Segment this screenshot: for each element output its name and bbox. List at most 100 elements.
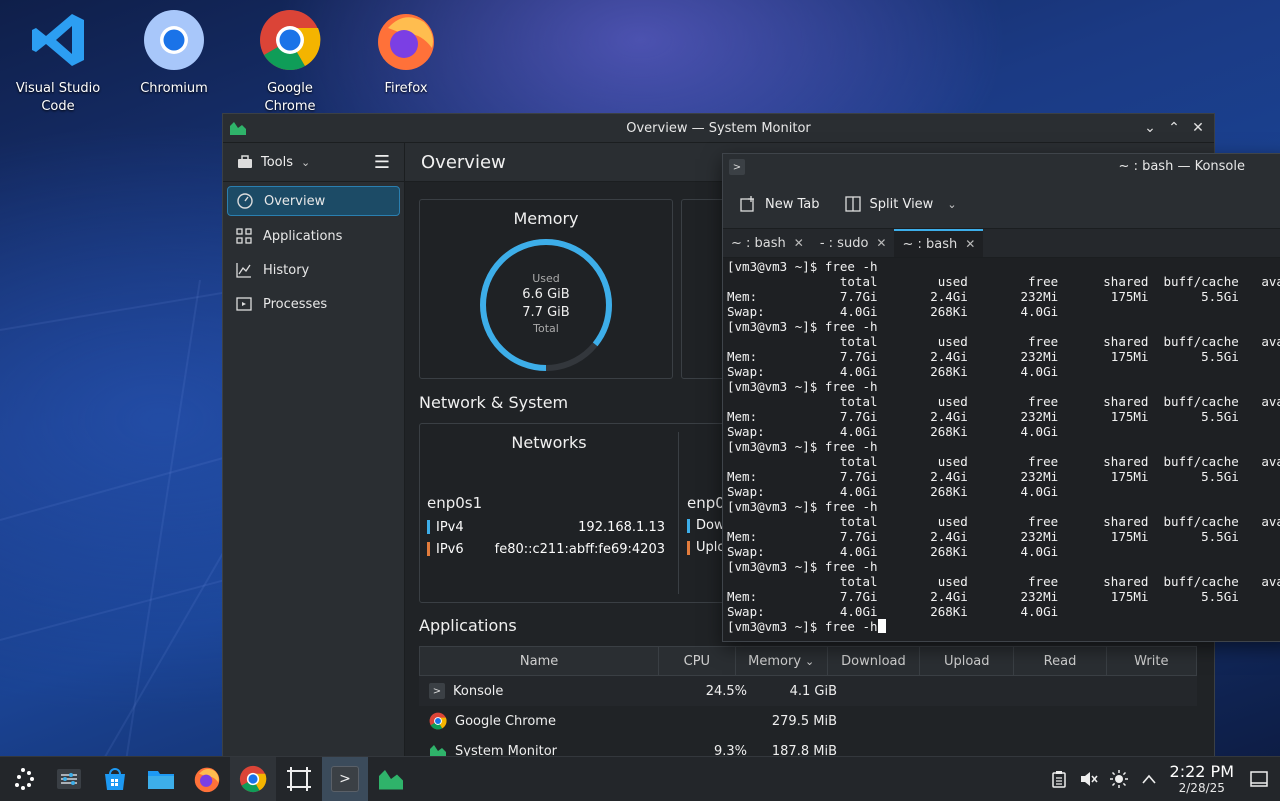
nav-item-applications[interactable]: Applications	[227, 222, 400, 250]
close-tab-icon[interactable]: ✕	[876, 236, 886, 250]
system-tray: 2:22 PM 2/28/25	[1044, 757, 1280, 801]
grid-icon	[236, 228, 252, 244]
network-section-title: Network & System	[419, 393, 569, 412]
taskbar-system-monitor[interactable]	[368, 757, 414, 801]
window-titlebar[interactable]: Overview — System Monitor ⌄ ⌃ ✕	[223, 114, 1214, 143]
chromium-icon	[144, 10, 204, 70]
upload-label: Uplo	[696, 540, 726, 555]
close-tab-icon[interactable]: ✕	[794, 236, 804, 250]
show-desktop-icon[interactable]	[1244, 771, 1274, 787]
firefox-icon	[194, 767, 220, 793]
split-view-label: Split View	[869, 196, 934, 212]
column-header-name[interactable]: Name	[420, 647, 660, 675]
desktop-icon-vscode[interactable]: Visual Studio Code	[8, 8, 108, 116]
tools-menu-button[interactable]: Tools ⌄	[237, 155, 310, 170]
desktop-icon-label: Chromium	[140, 81, 208, 96]
nav-item-history[interactable]: History	[227, 256, 400, 284]
table-row[interactable]: Google Chrome 279.5 MiB	[419, 706, 1197, 736]
app-cpu: 24.5%	[705, 683, 747, 699]
tab-bash-1[interactable]: ~ : bash ✕	[723, 229, 812, 257]
terminal-output[interactable]: [vm3@vm3 ~]$ free -h total used free sha…	[727, 259, 1280, 634]
vscode-icon	[32, 14, 84, 66]
column-header-read[interactable]: Read	[1014, 647, 1107, 675]
discover-store-icon	[105, 768, 125, 790]
close-tab-icon[interactable]: ✕	[965, 237, 975, 251]
ipv4-color-swatch	[427, 520, 430, 534]
desktop-icon-label: Firefox	[384, 81, 428, 96]
taskbar-app-launcher[interactable]	[0, 757, 46, 801]
konsole-tab-bar: ~ : bash ✕ - : sudo ✕ ~ : bash ✕	[723, 228, 1280, 258]
maximize-button[interactable]: ⌃	[1164, 118, 1184, 138]
nav-label: History	[263, 262, 310, 278]
minimize-button[interactable]: ⌄	[1140, 118, 1160, 138]
networks-title: Networks	[511, 433, 587, 452]
upload-row: Uplo	[687, 540, 725, 555]
chevron-up-icon[interactable]	[1134, 773, 1164, 785]
desktop-icon-firefox[interactable]: Firefox	[356, 8, 456, 98]
ipv6-label: IPv6	[436, 541, 464, 557]
nav-item-overview[interactable]: Overview	[227, 186, 400, 216]
table-row[interactable]: > Konsole 24.5% 4.1 GiB	[419, 676, 1197, 706]
window-titlebar[interactable]: > ~ : bash — Konsole	[723, 154, 1280, 180]
taskbar-file-manager[interactable]	[138, 757, 184, 801]
desktop-icon-chromium[interactable]: Chromium	[124, 8, 224, 98]
memory-total-value: 7.7 GiB	[522, 305, 570, 320]
memory-total-label: Total	[533, 322, 559, 335]
app-memory: 279.5 MiB	[771, 713, 837, 729]
interface-name: enp0s1	[427, 494, 483, 512]
split-view-icon	[844, 196, 861, 212]
system-monitor-icon	[379, 770, 403, 790]
clipboard-icon[interactable]	[1044, 770, 1074, 788]
ipv4-value: 192.168.1.13	[578, 519, 665, 535]
close-button[interactable]: ✕	[1188, 118, 1208, 138]
volume-muted-icon[interactable]	[1074, 770, 1104, 788]
desktop-icon-google-chrome[interactable]: Google Chrome	[240, 8, 340, 116]
table-header: Name CPU Memory ⌄ Download Upload Read Wr…	[419, 646, 1197, 676]
ipv6-value: fe80::c211:abff:fe69:4203	[494, 541, 665, 557]
column-header-download[interactable]: Download	[828, 647, 921, 675]
split-view-button[interactable]: Split View ⌄	[844, 195, 957, 213]
second-interface-name: enp0	[687, 494, 725, 512]
taskbar-firefox[interactable]	[184, 757, 230, 801]
taskbar-spectacle[interactable]	[276, 757, 322, 801]
terminal-cursor	[877, 619, 886, 633]
chevron-down-icon: ⌄	[301, 155, 311, 169]
taskbar: > 2:22 PM 2/28/25	[0, 756, 1280, 801]
column-header-memory[interactable]: Memory ⌄	[736, 647, 828, 675]
hamburger-menu-icon[interactable]: ☰	[374, 152, 390, 173]
file-manager-icon	[148, 771, 174, 789]
taskbar-system-settings[interactable]	[46, 757, 92, 801]
nav-label: Processes	[263, 296, 328, 312]
column-header-upload[interactable]: Upload	[920, 647, 1015, 675]
column-header-cpu[interactable]: CPU	[659, 647, 736, 675]
brightness-icon[interactable]	[1104, 770, 1134, 788]
new-tab-label: New Tab	[765, 196, 820, 212]
app-launcher-icon	[15, 768, 34, 790]
app-memory: 4.1 GiB	[789, 683, 837, 699]
nav-item-processes[interactable]: Processes	[227, 290, 400, 318]
applications-table: Name CPU Memory ⌄ Download Upload Read Wr…	[419, 646, 1197, 764]
digital-clock[interactable]: 2:22 PM 2/28/25	[1170, 763, 1234, 796]
app-name: Google Chrome	[455, 713, 556, 729]
column-header-write[interactable]: Write	[1107, 647, 1196, 675]
taskbar-discover[interactable]	[92, 757, 138, 801]
sort-chevron-icon: ⌄	[805, 654, 815, 668]
system-settings-icon	[57, 769, 81, 789]
ipv4-row: IPv4 192.168.1.13	[427, 518, 665, 536]
chevron-down-icon[interactable]: ⌄	[947, 198, 956, 211]
memory-used-label: Used	[532, 272, 560, 285]
window-title: ~ : bash — Konsole	[1118, 159, 1245, 174]
taskbar-konsole[interactable]: >	[322, 757, 368, 801]
new-tab-icon	[740, 196, 754, 212]
konsole-window: > ~ : bash — Konsole New Tab Split View …	[722, 153, 1280, 642]
ipv6-row: IPv6 fe80::c211:abff:fe69:4203	[427, 540, 665, 558]
firefox-icon	[378, 14, 434, 70]
ipv4-label: IPv4	[436, 519, 464, 535]
toolbox-icon	[238, 155, 252, 168]
nav-label: Overview	[264, 193, 326, 209]
tab-sudo[interactable]: - : sudo ✕	[812, 229, 895, 257]
taskbar-google-chrome[interactable]	[230, 757, 276, 801]
window-icon	[236, 297, 252, 311]
tab-bash-2[interactable]: ~ : bash ✕	[894, 229, 984, 257]
new-tab-button[interactable]: New Tab	[739, 195, 820, 213]
